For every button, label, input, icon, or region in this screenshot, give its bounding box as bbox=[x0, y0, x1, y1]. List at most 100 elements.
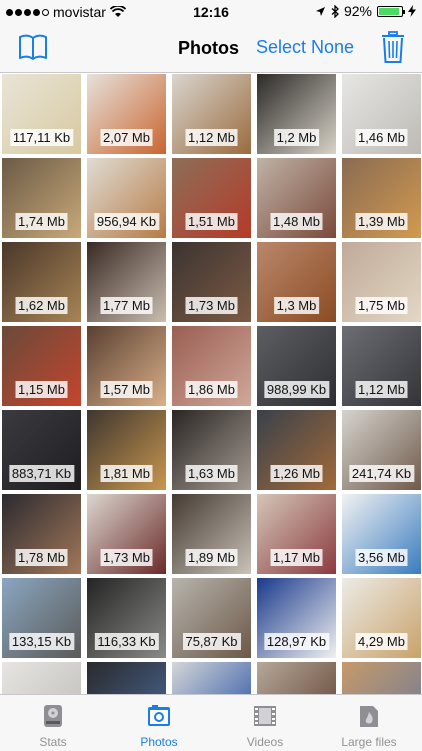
file-size-label: 1,48 Mb bbox=[270, 213, 323, 230]
photo-thumbnail[interactable]: 1,74 Mb bbox=[2, 158, 81, 238]
photo-thumbnail[interactable]: 1,63 Mb bbox=[172, 410, 251, 490]
photo-thumbnail[interactable]: 1,12 Mb bbox=[342, 326, 421, 406]
tab-bar: Stats Photos Videos Large files bbox=[0, 694, 422, 751]
file-size-label: 1,12 Mb bbox=[185, 129, 238, 146]
file-size-label: 3,56 Mb bbox=[355, 549, 408, 566]
file-size-label: 1,15 Mb bbox=[15, 381, 68, 398]
location-arrow-icon bbox=[315, 6, 325, 16]
file-size-label: 1,73 Mb bbox=[100, 549, 153, 566]
photo-thumbnail[interactable]: 2,07 Mb bbox=[87, 74, 166, 154]
photo-thumbnail[interactable]: 1,26 Mb bbox=[257, 410, 336, 490]
navigation-bar: Photos Select None bbox=[0, 24, 422, 73]
photo-thumbnail[interactable]: 1,86 Mb bbox=[172, 326, 251, 406]
photo-thumbnail[interactable]: 133,15 Kb bbox=[2, 578, 81, 658]
photo-thumbnail[interactable]: 128,97 Kb bbox=[257, 578, 336, 658]
file-size-label: 2,07 Mb bbox=[100, 129, 153, 146]
photo-thumbnail[interactable]: 116,33 Kb bbox=[87, 578, 166, 658]
photo-thumbnail[interactable]: 1,46 Mb bbox=[342, 74, 421, 154]
photo-thumbnail[interactable]: 1,39 Mb bbox=[342, 158, 421, 238]
file-size-label: 1,57 Mb bbox=[100, 381, 153, 398]
photo-thumbnail[interactable]: 988,99 Kb bbox=[257, 326, 336, 406]
photo-image bbox=[257, 662, 336, 694]
photo-thumbnail[interactable]: 1,78 Mb bbox=[2, 494, 81, 574]
photo-thumbnail[interactable] bbox=[2, 662, 81, 694]
photo-thumbnail[interactable]: 241,74 Kb bbox=[342, 410, 421, 490]
file-size-label: 1,39 Mb bbox=[355, 213, 408, 230]
bluetooth-icon bbox=[331, 4, 339, 18]
file-size-label: 1,78 Mb bbox=[15, 549, 68, 566]
photo-thumbnail[interactable] bbox=[172, 662, 251, 694]
tab-label: Stats bbox=[39, 735, 67, 749]
tab-label: Videos bbox=[246, 735, 284, 749]
file-size-label: 1,46 Mb bbox=[355, 129, 408, 146]
file-size-label: 75,87 Kb bbox=[182, 633, 241, 650]
file-size-label: 1,81 Mb bbox=[100, 465, 153, 482]
photo-thumbnail[interactable]: 4,29 Mb bbox=[342, 578, 421, 658]
photo-image bbox=[172, 662, 251, 694]
status-bar: movistar 12:16 92% bbox=[0, 0, 422, 24]
tab-photos[interactable]: Photos bbox=[106, 695, 212, 751]
disk-drive-icon bbox=[44, 705, 62, 727]
file-size-label: 1,75 Mb bbox=[355, 297, 408, 314]
photo-thumbnail[interactable]: 75,87 Kb bbox=[172, 578, 251, 658]
photo-grid: 117,11 Kb 2,07 Mb 1,12 Mb 1,2 Mb 1,46 Mb 1,74… bbox=[0, 74, 422, 694]
large-file-icon bbox=[360, 706, 378, 727]
file-size-label: 1,86 Mb bbox=[185, 381, 238, 398]
photo-thumbnail[interactable]: 1,62 Mb bbox=[2, 242, 81, 322]
photo-thumbnail[interactable]: 1,75 Mb bbox=[342, 242, 421, 322]
page-title: Photos bbox=[178, 38, 239, 58]
photo-thumbnail[interactable] bbox=[257, 662, 336, 694]
file-size-label: 128,97 Kb bbox=[263, 633, 330, 650]
photo-thumbnail[interactable]: 883,71 Kb bbox=[2, 410, 81, 490]
battery-percent: 92% bbox=[343, 3, 372, 19]
book-icon[interactable] bbox=[18, 32, 48, 62]
battery-icon bbox=[377, 5, 405, 17]
photo-thumbnail[interactable] bbox=[87, 662, 166, 694]
file-size-label: 1,73 Mb bbox=[185, 297, 238, 314]
file-size-label: 1,26 Mb bbox=[270, 465, 323, 482]
film-icon bbox=[254, 706, 276, 726]
charging-bolt-icon bbox=[408, 5, 416, 17]
photo-thumbnail[interactable]: 1,17 Mb bbox=[257, 494, 336, 574]
photo-thumbnail[interactable]: 1,15 Mb bbox=[2, 326, 81, 406]
photo-thumbnail[interactable]: 1,73 Mb bbox=[172, 242, 251, 322]
file-size-label: 1,89 Mb bbox=[185, 549, 238, 566]
file-size-label: 1,2 Mb bbox=[273, 129, 320, 146]
file-size-label: 241,74 Kb bbox=[348, 465, 415, 482]
photo-thumbnail[interactable]: 1,57 Mb bbox=[87, 326, 166, 406]
file-size-label: 4,29 Mb bbox=[355, 633, 408, 650]
file-size-label: 1,63 Mb bbox=[185, 465, 238, 482]
photo-thumbnail[interactable]: 1,81 Mb bbox=[87, 410, 166, 490]
photo-thumbnail[interactable]: 1,2 Mb bbox=[257, 74, 336, 154]
file-size-label: 988,99 Kb bbox=[263, 381, 330, 398]
status-indicators: 92% bbox=[315, 3, 416, 19]
file-size-label: 1,77 Mb bbox=[100, 297, 153, 314]
file-size-label: 116,33 Kb bbox=[94, 633, 159, 650]
photo-thumbnail[interactable]: 1,73 Mb bbox=[87, 494, 166, 574]
photo-thumbnail[interactable]: 1,48 Mb bbox=[257, 158, 336, 238]
select-none-button[interactable]: Select None bbox=[256, 37, 354, 58]
file-size-label: 1,3 Mb bbox=[273, 297, 320, 314]
tab-label: Large files bbox=[341, 735, 397, 749]
photo-thumbnail[interactable]: 3,56 Mb bbox=[342, 494, 421, 574]
file-size-label: 1,17 Mb bbox=[270, 549, 323, 566]
tab-stats[interactable]: Stats bbox=[0, 695, 106, 751]
tab-label: Photos bbox=[140, 735, 178, 749]
photo-thumbnail[interactable]: 117,11 Kb bbox=[2, 74, 81, 154]
photo-thumbnail[interactable]: 1,51 Mb bbox=[172, 158, 251, 238]
photo-thumbnail[interactable]: 956,94 Kb bbox=[87, 158, 166, 238]
photo-image bbox=[342, 662, 421, 694]
photo-image bbox=[2, 662, 81, 694]
tab-large-files[interactable]: Large files bbox=[316, 695, 422, 751]
photo-thumbnail[interactable]: 1,12 Mb bbox=[172, 74, 251, 154]
file-size-label: 1,62 Mb bbox=[15, 297, 68, 314]
photo-thumbnail[interactable]: 1,89 Mb bbox=[172, 494, 251, 574]
photo-thumbnail[interactable]: 1,77 Mb bbox=[87, 242, 166, 322]
photo-thumbnail[interactable]: 1,3 Mb bbox=[257, 242, 336, 322]
photo-thumbnail[interactable] bbox=[342, 662, 421, 694]
file-size-label: 956,94 Kb bbox=[93, 213, 160, 230]
trash-icon[interactable] bbox=[381, 31, 405, 63]
tab-videos[interactable]: Videos bbox=[212, 695, 318, 751]
file-size-label: 1,51 Mb bbox=[185, 213, 238, 230]
photo-image bbox=[87, 662, 166, 694]
